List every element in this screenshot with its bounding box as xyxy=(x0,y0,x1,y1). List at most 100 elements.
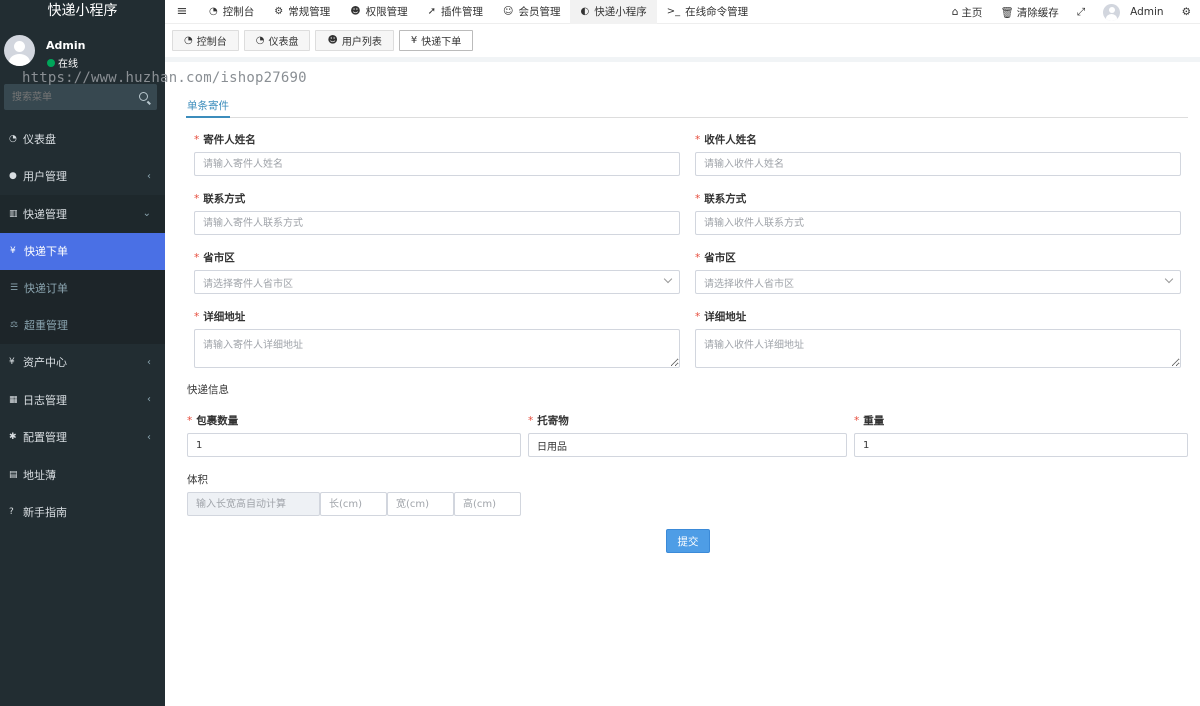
sidebar-item-address-book[interactable]: ▤ 地址薄 xyxy=(0,456,165,494)
sidebar-menu: ◔ 仪表盘 ● 用户管理 ‹ ▥ 快递管理 ⌄ ¥ 快递下单 ☰ 快递订单 ⚖ … xyxy=(0,120,165,531)
calendar-icon: ▦ xyxy=(9,394,18,405)
admin-label: Admin xyxy=(1130,6,1164,18)
volume-label: 体积 xyxy=(187,474,208,486)
sidebar-item-label: 资产中心 xyxy=(23,356,67,370)
fullscreen-button[interactable]: ⤢ xyxy=(1068,0,1094,24)
weight-input[interactable] xyxy=(854,433,1188,457)
sidebar-item-label: 快递下单 xyxy=(24,245,68,258)
user-status-text: 在线 xyxy=(58,59,78,70)
topnav-label: 会员管理 xyxy=(518,6,561,18)
search-icon[interactable] xyxy=(139,92,148,101)
package-count-input[interactable] xyxy=(187,433,521,457)
sidebar-item-label: 地址薄 xyxy=(23,468,56,482)
topnav-item-general[interactable]: ⚙ 常规管理 xyxy=(264,0,340,24)
tab-console[interactable]: ◔ 控制台 xyxy=(172,30,239,51)
topnav-item-console[interactable]: ◔ 控制台 xyxy=(199,0,264,24)
clear-cache-button[interactable]: 🗑 清除缓存 xyxy=(991,0,1067,24)
yen-icon: ¥ xyxy=(410,35,418,46)
sidebar-item-label: 快递管理 xyxy=(23,207,67,221)
settings-button[interactable]: ⚙ xyxy=(1173,0,1200,24)
circle-half-icon: ◐ xyxy=(580,6,590,17)
tab-dashboard[interactable]: ◔ 仪表盘 xyxy=(243,30,311,51)
topnav-item-plugins[interactable]: ➚ 插件管理 xyxy=(418,0,493,24)
tab-label: 仪表盘 xyxy=(268,37,299,48)
sidebar-item-label: 日志管理 xyxy=(23,393,67,407)
tab-user-list[interactable]: ☻ 用户列表 xyxy=(315,30,394,51)
avatar xyxy=(1103,3,1121,21)
topnav-item-auth[interactable]: ☻ 权限管理 xyxy=(340,0,417,24)
page-tabs: ◔ 控制台 ◔ 仪表盘 ☻ 用户列表 ¥ 快递下单 xyxy=(165,24,1200,62)
sidebar-item-label: 用户管理 xyxy=(23,170,67,184)
form-tab-divider xyxy=(186,116,1188,118)
top-nav: ◔ 控制台 ⚙ 常规管理 ☻ 权限管理 ➚ 插件管理 ☺ 会员管理 ◐ 快递小程… xyxy=(199,0,758,24)
receiver-name-input[interactable] xyxy=(695,152,1181,176)
chevron-down-icon xyxy=(1164,274,1174,284)
length-input[interactable] xyxy=(320,492,387,516)
chevron-left-icon: ‹ xyxy=(147,170,151,182)
sender-region-select[interactable]: 请选择寄件人省市区 xyxy=(194,270,680,294)
user-status: 在线 xyxy=(47,55,78,70)
sender-phone-label: * 联系方式 xyxy=(194,193,246,205)
home-icon: ⌂ xyxy=(951,6,959,18)
menu-toggle-icon[interactable]: ≡ xyxy=(165,4,199,19)
sender-region-label: * 省市区 xyxy=(194,252,235,264)
sidebar-item-users[interactable]: ● 用户管理 ‹ xyxy=(0,158,165,196)
dashboard-icon: ◔ xyxy=(184,35,193,46)
clear-cache-label: 清除缓存 xyxy=(1016,6,1059,19)
sidebar-item-config[interactable]: ✱ 配置管理 ‹ xyxy=(0,419,165,457)
online-dot-icon xyxy=(47,58,55,67)
admin-menu[interactable]: Admin xyxy=(1094,0,1172,24)
sidebar-item-label: 超重管理 xyxy=(24,319,68,332)
topnav-item-members[interactable]: ☺ 会员管理 xyxy=(493,0,570,24)
topnav-label: 快递小程序 xyxy=(594,6,647,18)
sidebar-item-logs[interactable]: ▦ 日志管理 ‹ xyxy=(0,381,165,419)
receiver-address-label: * 详细地址 xyxy=(695,311,747,323)
sidebar-item-overweight[interactable]: ⚖ 超重管理 xyxy=(0,306,165,344)
topnav-label: 插件管理 xyxy=(441,6,484,18)
tab-express-order[interactable]: ¥ 快递下单 xyxy=(398,30,474,51)
dashboard-icon: ◔ xyxy=(9,133,17,144)
home-link[interactable]: ⌂ 主页 xyxy=(943,0,992,24)
topnav-item-express-app[interactable]: ◐ 快递小程序 xyxy=(570,0,657,24)
user-name: Admin xyxy=(46,39,86,52)
sidebar-item-express-orders[interactable]: ☰ 快递订单 xyxy=(0,269,165,307)
volume-auto-input xyxy=(187,492,320,516)
topnav-label: 控制台 xyxy=(222,6,255,18)
tab-single-shipment[interactable]: 单条寄件 xyxy=(187,98,229,113)
sidebar-item-guide[interactable]: ? 新手指南 xyxy=(0,494,165,532)
width-input[interactable] xyxy=(387,492,454,516)
receiver-phone-input[interactable] xyxy=(695,211,1181,235)
submit-button[interactable]: 提交 xyxy=(666,529,710,553)
sidebar-item-label: 仪表盘 xyxy=(23,132,56,146)
receiver-region-select[interactable]: 请选择收件人省市区 xyxy=(695,270,1181,294)
rocket-icon: ➚ xyxy=(427,6,437,17)
list-icon: ☰ xyxy=(10,283,19,293)
topnav-item-command[interactable]: >_ 在线命令管理 xyxy=(657,0,758,24)
user-icon: ● xyxy=(9,171,17,182)
sender-phone-input[interactable] xyxy=(194,211,680,235)
watermark-text: https://www.huzhan.com/ishop27690 xyxy=(22,70,307,86)
weight-icon: ⚖ xyxy=(10,320,19,330)
sender-name-input[interactable] xyxy=(194,152,680,176)
chevron-down-icon: ⌄ xyxy=(142,208,151,220)
sidebar-item-dashboard[interactable]: ◔ 仪表盘 xyxy=(0,120,165,158)
question-icon: ? xyxy=(9,507,14,518)
height-input[interactable] xyxy=(454,492,521,516)
select-placeholder: 请选择寄件人省市区 xyxy=(203,278,293,290)
receiver-address-textarea[interactable] xyxy=(695,329,1181,368)
user-panel: Admin 在线 xyxy=(0,25,165,75)
top-navbar: ≡ ◔ 控制台 ⚙ 常规管理 ☻ 权限管理 ➚ 插件管理 ☺ 会员管理 ◐ 快递… xyxy=(165,0,1200,24)
sender-address-textarea[interactable] xyxy=(194,329,680,368)
search-input[interactable] xyxy=(4,84,129,110)
sidebar-item-express[interactable]: ▥ 快递管理 ⌄ xyxy=(0,195,165,233)
app-brand[interactable]: 快递小程序 xyxy=(0,0,165,25)
goods-label: * 托寄物 xyxy=(528,415,569,427)
chevron-left-icon: ‹ xyxy=(147,356,151,368)
sidebar-item-express-order[interactable]: ¥ 快递下单 xyxy=(0,232,165,270)
user-circle-icon: ☺ xyxy=(503,6,514,17)
goods-input[interactable] xyxy=(528,433,847,457)
express-info-title: 快递信息 xyxy=(187,384,229,396)
sidebar-item-assets[interactable]: ¥ 资产中心 ‹ xyxy=(0,344,165,382)
avatar xyxy=(4,35,35,66)
receiver-name-label: * 收件人姓名 xyxy=(695,134,757,146)
